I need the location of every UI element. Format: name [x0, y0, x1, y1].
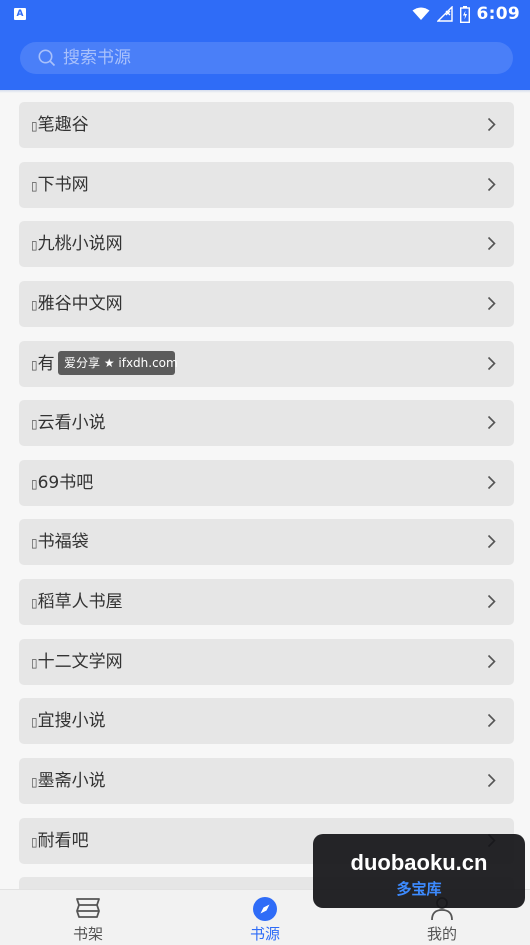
source-name: ▯有	[31, 353, 55, 376]
source-name: ▯书福袋	[31, 531, 89, 554]
tab-label: 书架	[72, 925, 103, 943]
search-input[interactable]	[63, 42, 503, 74]
chevron-right-icon	[487, 475, 496, 489]
list-item[interactable]: ▯笔趣谷	[19, 102, 514, 148]
source-icon: ▯	[31, 715, 38, 730]
list-item[interactable]: ▯雅谷中文网	[19, 280, 514, 327]
source-icon: ▯	[31, 775, 38, 790]
source-name-text: 耐看吧	[37, 830, 89, 851]
list-item[interactable]: ▯下书网	[19, 161, 514, 208]
list-item[interactable]: ▯十二文学网	[19, 638, 514, 685]
source-name: ▯耐看吧	[31, 830, 89, 853]
chevron-right-icon	[487, 416, 496, 430]
source-name-text: 69书吧	[37, 472, 94, 493]
source-name-text: 雅谷中文网	[37, 293, 123, 314]
status-bar: A 6:09	[0, 0, 530, 28]
source-icon: ▯	[31, 536, 38, 551]
source-list: ▯笔趣谷 ▯下书网 ▯九桃小说网 ▯雅谷中文网 ▯有 ▯云看小说 ▯69书吧 ▯…	[19, 102, 514, 937]
battery-icon	[459, 5, 470, 23]
chevron-right-icon	[487, 535, 496, 549]
tab-bookshelf[interactable]: 书架	[0, 890, 176, 945]
source-name-text: 宜搜小说	[37, 711, 106, 732]
source-name-text: 下书网	[37, 174, 89, 195]
source-icon: ▯	[31, 238, 38, 253]
source-name-text: 书福袋	[37, 532, 89, 553]
tab-label: 书源	[249, 925, 280, 943]
list-item[interactable]: ▯69书吧	[19, 459, 514, 506]
source-name: ▯雅谷中文网	[31, 293, 123, 316]
list-item[interactable]: ▯墨斋小说	[19, 758, 514, 805]
source-name: ▯69书吧	[31, 472, 93, 495]
compass-icon	[253, 897, 277, 921]
header-shadow	[0, 90, 530, 93]
source-name-text: 墨斋小说	[37, 771, 106, 792]
source-name: ▯稻草人书屋	[31, 591, 123, 614]
site-watermark-badge: duobaoku.cn 多宝库	[313, 834, 525, 908]
search-bar[interactable]	[20, 42, 513, 74]
source-name: ▯云看小说	[31, 412, 106, 435]
no-signal-icon	[436, 6, 453, 22]
chevron-right-icon	[487, 356, 496, 370]
chevron-right-icon	[487, 773, 496, 788]
header	[0, 28, 530, 90]
bookshelf-icon	[76, 898, 100, 918]
source-name-text: 云看小说	[37, 413, 106, 434]
chevron-right-icon	[487, 595, 496, 609]
source-icon: ▯	[31, 655, 38, 670]
source-icon: ▯	[31, 357, 38, 372]
clock: 6:09	[476, 4, 520, 24]
list-item[interactable]: ▯稻草人书屋	[19, 579, 514, 626]
source-name: ▯笔趣谷	[31, 114, 89, 137]
watermark-tag: 爱分享 ★ ifxdh.com	[58, 351, 178, 375]
source-name: ▯墨斋小说	[31, 770, 106, 793]
wifi-icon	[412, 7, 430, 20]
source-icon: ▯	[31, 178, 38, 193]
brand-title: duobaoku.cn	[350, 850, 488, 875]
source-name-text: 笔趣谷	[37, 115, 89, 135]
source-name-text: 十二文学网	[37, 651, 123, 672]
source-name: ▯九桃小说网	[31, 233, 123, 256]
source-name-text: 有	[37, 353, 55, 374]
source-name: ▯宜搜小说	[31, 710, 106, 733]
source-name: ▯十二文学网	[31, 651, 123, 674]
source-icon: ▯	[31, 297, 38, 312]
chevron-right-icon	[487, 296, 496, 310]
list-item[interactable]: ▯书福袋	[19, 519, 514, 566]
source-icon: ▯	[31, 476, 38, 491]
list-item[interactable]: ▯九桃小说网	[19, 221, 514, 268]
source-icon: ▯	[31, 119, 38, 133]
source-icon: ▯	[31, 834, 38, 849]
list-item[interactable]: ▯云看小说	[19, 400, 514, 447]
chevron-right-icon	[487, 714, 496, 728]
chevron-right-icon	[487, 177, 496, 191]
source-name-text: 九桃小说网	[37, 234, 123, 255]
source-icon: ▯	[31, 417, 38, 432]
source-icon: ▯	[31, 596, 38, 611]
search-icon	[38, 49, 56, 67]
brand-subtitle: 多宝库	[396, 880, 442, 898]
chevron-right-icon	[487, 237, 496, 251]
status-icons: 6:09	[412, 4, 520, 24]
tab-label: 我的	[426, 925, 457, 943]
chevron-right-icon	[487, 117, 496, 132]
list-item[interactable]: ▯宜搜小说	[19, 698, 514, 745]
app-notification-icon: A	[14, 8, 26, 20]
chevron-right-icon	[487, 654, 496, 668]
source-name-text: 稻草人书屋	[37, 592, 123, 613]
source-name: ▯下书网	[31, 174, 89, 197]
